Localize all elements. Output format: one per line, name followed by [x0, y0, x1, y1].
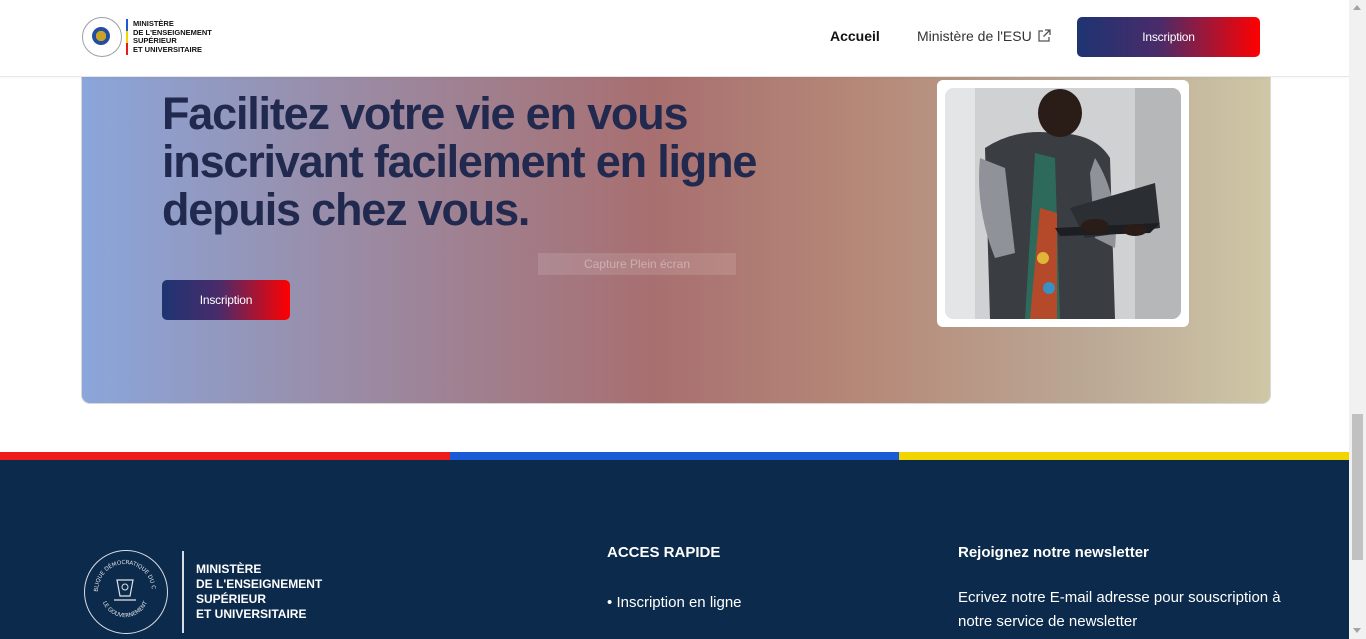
- svg-text:RÉPUBLIQUE DÉMOCRATIQUE DU CON: RÉPUBLIQUE DÉMOCRATIQUE DU CONGO: [84, 550, 156, 592]
- page-scrollbar[interactable]: [1349, 0, 1366, 639]
- stripe-blue: [450, 452, 899, 460]
- ministry-logo[interactable]: MINISTÈRE DE L'ENSEIGNEMENT SUPÉRIEUR ET…: [82, 17, 212, 57]
- hero-photo: [945, 88, 1181, 319]
- seal-icon: RÉPUBLIQUE DÉMOCRATIQUE DU CONGO LE GOUV…: [84, 550, 168, 634]
- flag-color-stripe: [0, 452, 1349, 460]
- student-with-laptop-illustration: [945, 88, 1181, 319]
- footer-link-inscription[interactable]: • Inscription en ligne: [607, 594, 742, 611]
- hero-title: Facilitez votre vie en vous inscrivant f…: [162, 88, 757, 235]
- nav-ministry-label: Ministère de l'ESU: [917, 28, 1032, 44]
- header-signup-button[interactable]: Inscription: [1077, 17, 1260, 57]
- logo-divider: [126, 19, 128, 55]
- footer-link-label: Inscription en ligne: [616, 594, 742, 611]
- site-header: MINISTÈRE DE L'ENSEIGNEMENT SUPÉRIEUR ET…: [0, 0, 1349, 77]
- bullet-icon: •: [607, 594, 613, 611]
- scroll-thumb[interactable]: [1352, 414, 1363, 560]
- hero-signup-button[interactable]: Inscription: [162, 280, 290, 320]
- footer-ministry-logo[interactable]: RÉPUBLIQUE DÉMOCRATIQUE DU CONGO LE GOUV…: [84, 550, 322, 634]
- footer-logo-text: MINISTÈRE DE L'ENSEIGNEMENT SUPÉRIEUR ET…: [196, 562, 323, 621]
- seal-icon: [82, 17, 122, 57]
- screen-capture-hint: Capture Plein écran: [538, 253, 736, 275]
- site-footer: RÉPUBLIQUE DÉMOCRATIQUE DU CONGO LE GOUV…: [0, 460, 1349, 639]
- stripe-yellow: [899, 452, 1349, 460]
- logo-text: MINISTÈRE DE L'ENSEIGNEMENT SUPÉRIEUR ET…: [133, 19, 212, 54]
- hero-photo-frame: [937, 80, 1189, 327]
- newsletter-heading: Rejoignez notre newsletter: [958, 544, 1149, 561]
- footer-logo-divider: [182, 551, 184, 633]
- external-link-icon: [1038, 29, 1051, 42]
- nav-ministry-link[interactable]: Ministère de l'ESU: [917, 28, 1051, 44]
- scroll-up-icon[interactable]: [1353, 5, 1361, 10]
- scroll-down-icon[interactable]: [1353, 628, 1361, 633]
- hero-banner: Facilitez votre vie en vous inscrivant f…: [81, 60, 1271, 404]
- nav-home-link[interactable]: Accueil: [830, 28, 880, 44]
- seal-emblem-icon: RÉPUBLIQUE DÉMOCRATIQUE DU CONGO LE GOUV…: [84, 550, 156, 619]
- quick-access-heading: ACCES RAPIDE: [607, 544, 721, 561]
- stripe-red: [0, 452, 450, 460]
- svg-text:LE GOUVERNEMENT: LE GOUVERNEMENT: [100, 600, 148, 619]
- newsletter-description: Ecrivez notre E-mail adresse pour souscr…: [958, 589, 1281, 630]
